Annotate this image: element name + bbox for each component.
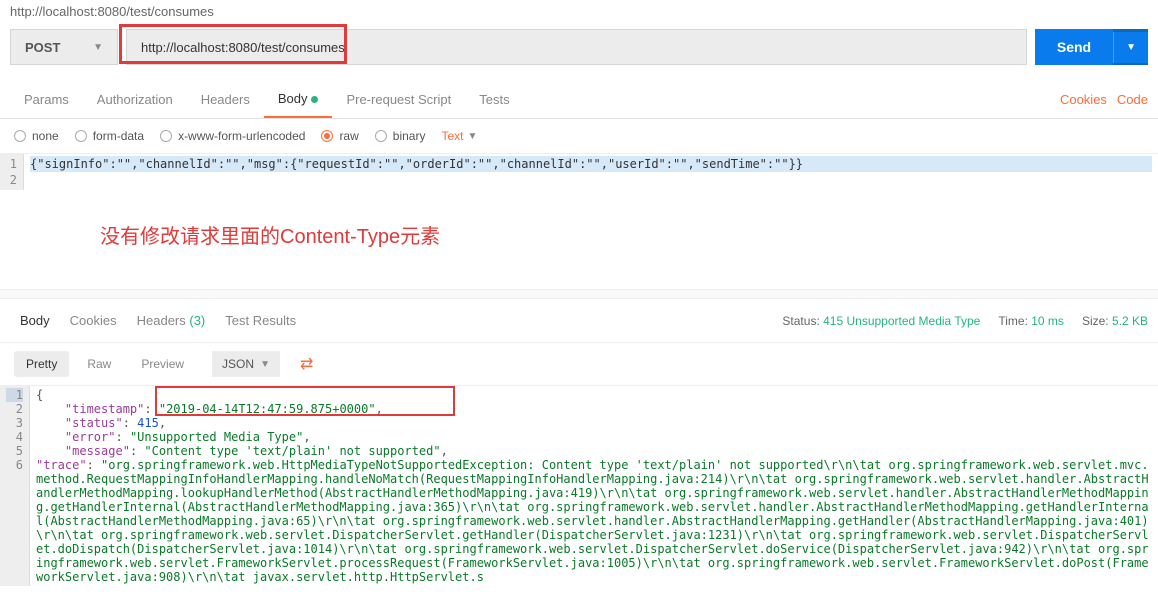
radio-none-label: none bbox=[32, 129, 59, 143]
breadcrumb-url: http://localhost:8080/test/consumes bbox=[0, 0, 1158, 23]
json-line: "message": "Content type 'text/plain' no… bbox=[36, 444, 1152, 458]
view-bar: Pretty Raw Preview JSON ▼ ⇄ bbox=[0, 342, 1158, 386]
response-body-viewer[interactable]: 123456 { "timestamp": "2019-04-14T12:47:… bbox=[0, 386, 1158, 586]
resp-tab-headers-label: Headers bbox=[137, 313, 186, 328]
method-select[interactable]: POST ▼ bbox=[10, 29, 118, 65]
time-label: Time: bbox=[998, 314, 1028, 328]
radio-icon bbox=[75, 130, 87, 142]
wrap-lines-icon[interactable]: ⇄ bbox=[300, 354, 313, 374]
tab-tests[interactable]: Tests bbox=[465, 82, 523, 117]
tab-headers[interactable]: Headers bbox=[187, 82, 264, 117]
json-line: "timestamp": "2019-04-14T12:47:59.875+00… bbox=[36, 402, 1152, 416]
size-label: Size: bbox=[1082, 314, 1109, 328]
url-input[interactable] bbox=[127, 32, 1026, 63]
chevron-down-icon: ▼ bbox=[93, 42, 103, 53]
size-value: 5.2 KB bbox=[1112, 314, 1148, 328]
radio-xwww[interactable]: x-www-form-urlencoded bbox=[160, 129, 305, 143]
json-line: { bbox=[36, 388, 1152, 402]
tab-body-label: Body bbox=[278, 91, 308, 106]
chevron-down-icon: ▼ bbox=[260, 359, 270, 370]
request-body-editor[interactable]: 12 {"signInfo":"","channelId":"","msg":{… bbox=[0, 154, 1158, 190]
url-input-wrap bbox=[126, 29, 1027, 65]
resp-tab-body[interactable]: Body bbox=[10, 305, 60, 336]
json-line: "status": 415, bbox=[36, 416, 1152, 430]
panel-divider[interactable] bbox=[0, 289, 1158, 299]
tab-body[interactable]: Body bbox=[264, 81, 333, 118]
send-dropdown-button[interactable]: ▼ bbox=[1113, 32, 1148, 63]
tab-authorization[interactable]: Authorization bbox=[83, 82, 187, 117]
radio-xwww-label: x-www-form-urlencoded bbox=[178, 129, 305, 143]
headers-count: (3) bbox=[189, 313, 205, 328]
annotation-text: 没有修改请求里面的Content-Type元素 bbox=[0, 190, 1158, 279]
radio-icon bbox=[375, 130, 387, 142]
tab-params[interactable]: Params bbox=[10, 82, 83, 117]
resp-tab-cookies[interactable]: Cookies bbox=[60, 305, 127, 336]
status-value: 415 Unsupported Media Type bbox=[823, 314, 980, 328]
line-gutter: 12 bbox=[0, 154, 24, 190]
view-raw[interactable]: Raw bbox=[75, 351, 123, 377]
radio-icon bbox=[160, 130, 172, 142]
code-line: {"signInfo":"","channelId":"","msg":{"re… bbox=[30, 156, 1152, 172]
radio-none[interactable]: none bbox=[14, 129, 59, 143]
resp-tab-headers[interactable]: Headers (3) bbox=[127, 305, 216, 336]
send-button[interactable]: Send bbox=[1035, 29, 1113, 65]
body-type-row: none form-data x-www-form-urlencoded raw… bbox=[0, 119, 1158, 154]
dot-indicator-icon bbox=[311, 96, 318, 103]
response-meta: Status: 415 Unsupported Media Type Time:… bbox=[782, 314, 1148, 328]
code-area[interactable]: {"signInfo":"","channelId":"","msg":{"re… bbox=[24, 154, 1158, 190]
view-preview[interactable]: Preview bbox=[129, 351, 196, 377]
raw-type-dropdown[interactable]: Text ▼ bbox=[441, 129, 477, 143]
status-label: Status: bbox=[782, 314, 819, 328]
code-link[interactable]: Code bbox=[1117, 92, 1148, 107]
radio-binary-label: binary bbox=[393, 129, 426, 143]
resp-tab-testresults[interactable]: Test Results bbox=[215, 305, 306, 336]
format-label: JSON bbox=[222, 357, 254, 371]
request-bar: POST ▼ Send ▼ bbox=[0, 23, 1158, 71]
send-button-group: Send ▼ bbox=[1035, 29, 1148, 65]
response-tabs: Body Cookies Headers (3) Test Results St… bbox=[0, 299, 1158, 342]
radio-formdata-label: form-data bbox=[93, 129, 144, 143]
raw-type-label: Text bbox=[441, 129, 463, 143]
radio-raw-label: raw bbox=[339, 129, 358, 143]
chevron-down-icon: ▼ bbox=[467, 131, 477, 142]
radio-icon bbox=[14, 130, 26, 142]
code-line bbox=[30, 172, 1152, 188]
radio-binary[interactable]: binary bbox=[375, 129, 426, 143]
radio-raw[interactable]: raw bbox=[321, 129, 358, 143]
radio-icon bbox=[321, 130, 333, 142]
line-gutter: 123456 bbox=[0, 386, 30, 586]
json-line: "error": "Unsupported Media Type", bbox=[36, 430, 1152, 444]
json-line: "trace": "org.springframework.web.HttpMe… bbox=[36, 458, 1152, 584]
request-tabs: Params Authorization Headers Body Pre-re… bbox=[0, 81, 1158, 119]
tab-prerequest[interactable]: Pre-request Script bbox=[332, 82, 465, 117]
json-code[interactable]: { "timestamp": "2019-04-14T12:47:59.875+… bbox=[30, 386, 1158, 586]
radio-formdata[interactable]: form-data bbox=[75, 129, 144, 143]
cookies-link[interactable]: Cookies bbox=[1060, 92, 1107, 107]
format-dropdown[interactable]: JSON ▼ bbox=[212, 351, 280, 377]
view-pretty[interactable]: Pretty bbox=[14, 351, 69, 377]
time-value: 10 ms bbox=[1031, 314, 1064, 328]
method-label: POST bbox=[25, 40, 60, 55]
